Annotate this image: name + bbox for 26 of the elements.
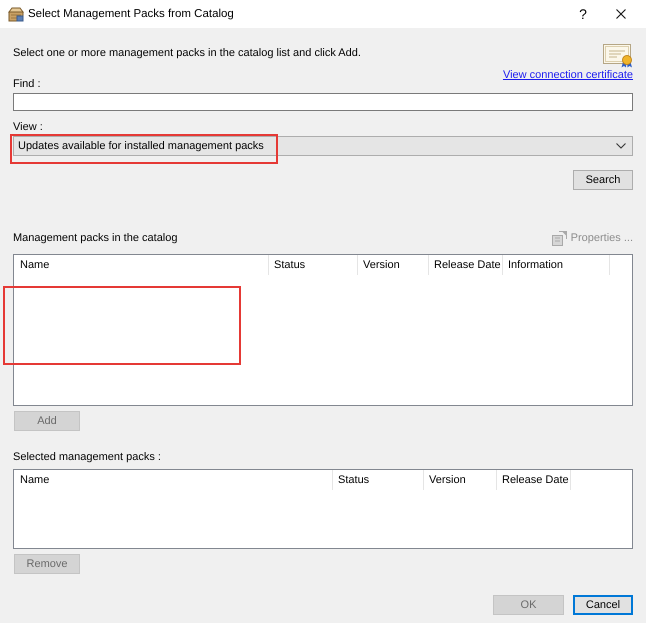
- column-header[interactable]: Name: [14, 470, 333, 490]
- close-icon: [616, 9, 626, 19]
- box-icon: [8, 6, 24, 22]
- view-label: View :: [13, 120, 44, 134]
- column-header[interactable]: Release Date: [429, 255, 503, 275]
- instruction-text: Select one or more management packs in the catalog list and click Add.: [13, 46, 361, 60]
- dialog-button[interactable]: Cancel: [573, 595, 633, 615]
- view-dropdown[interactable]: Updates available for installed management packs: [13, 136, 633, 156]
- column-header[interactable]: Release Date: [497, 470, 571, 490]
- column-header[interactable]: Status: [269, 255, 358, 275]
- view-certificate-link[interactable]: View connection certificate: [502, 68, 633, 82]
- selected-packs-label: Selected management packs :: [13, 450, 162, 464]
- column-header[interactable]: Version: [424, 470, 497, 490]
- search-button[interactable]: Search: [573, 170, 633, 190]
- page-icon: [550, 230, 568, 246]
- help-button[interactable]: ?: [566, 0, 600, 28]
- column-header[interactable]: Name: [14, 255, 269, 275]
- find-label: Find :: [13, 77, 42, 91]
- column-header[interactable]: Status: [333, 470, 424, 490]
- find-field[interactable]: [13, 93, 633, 111]
- window-title: Select Management Packs from Catalog: [28, 7, 234, 22]
- catalog-label: Management packs in the catalog: [13, 231, 178, 245]
- chevron-down-icon: [616, 143, 626, 149]
- column-header[interactable]: Information: [503, 255, 610, 275]
- column-header[interactable]: Version: [358, 255, 429, 275]
- certificate-icon: [603, 44, 633, 68]
